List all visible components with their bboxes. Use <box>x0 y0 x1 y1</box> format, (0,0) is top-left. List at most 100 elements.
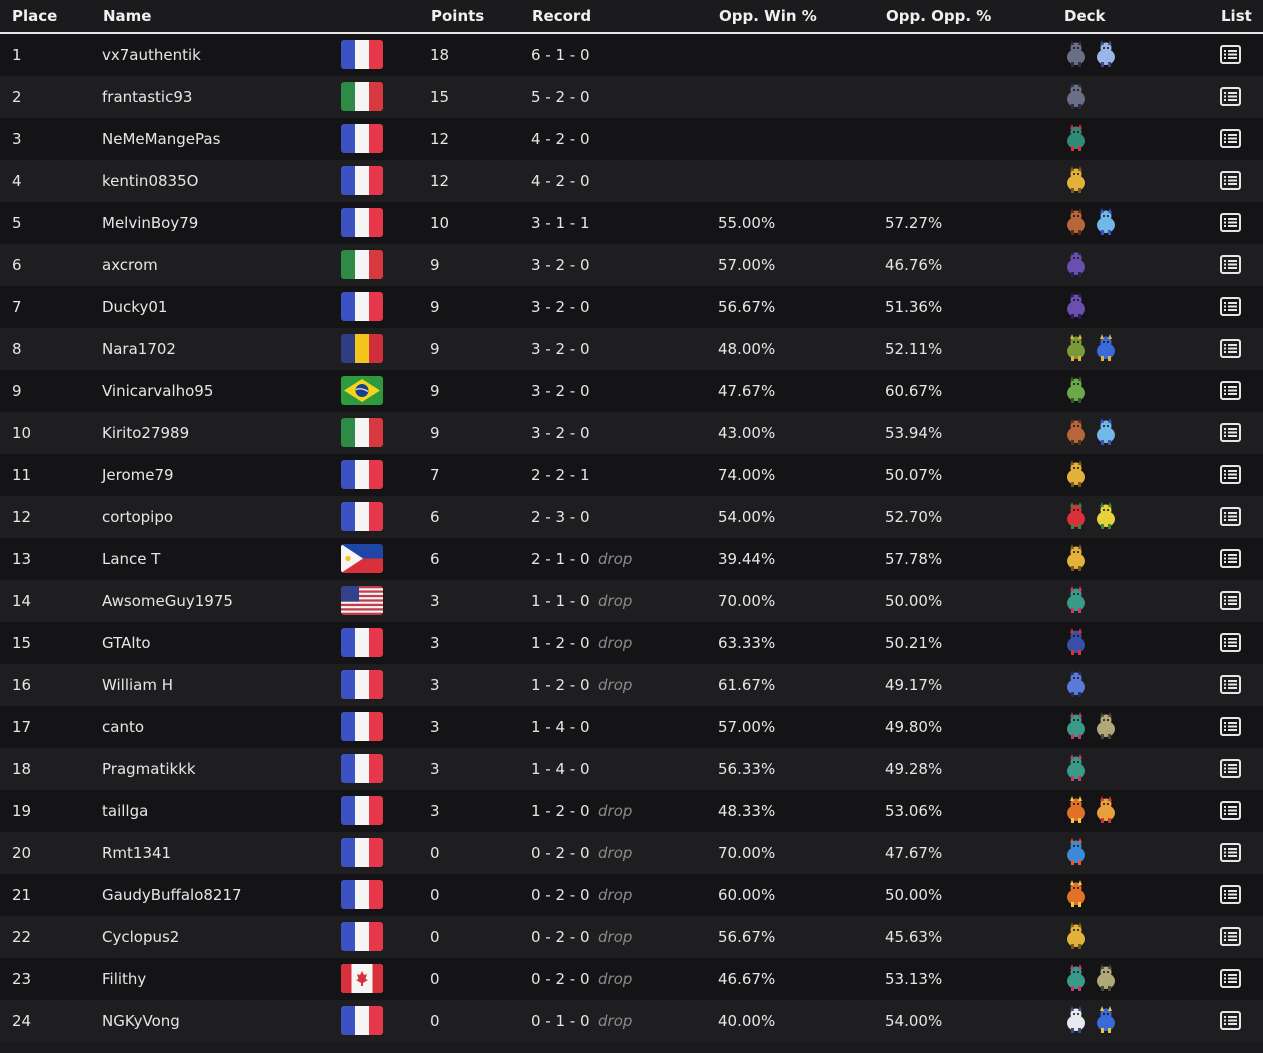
table-row[interactable]: 3 NeMeMangePas 12 4 - 2 - 0 <box>0 118 1263 160</box>
table-row[interactable]: 20 Rmt1341 0 0 - 2 - 0 drop 70.00% 47.67% <box>0 832 1263 874</box>
player-name-link[interactable]: Cyclopus2 <box>102 928 179 946</box>
player-name-link[interactable]: NGKyVong <box>102 1012 180 1030</box>
list-icon[interactable] <box>1220 717 1241 736</box>
list-icon[interactable] <box>1220 885 1241 904</box>
deck-sprites[interactable] <box>1062 250 1092 280</box>
deck-sprites[interactable] <box>1062 418 1122 448</box>
deck-sprites[interactable] <box>1062 460 1092 490</box>
deck-sprites[interactable] <box>1062 712 1122 742</box>
table-row[interactable]: 11 Jerome79 7 2 - 2 - 1 74.00% 50.07% <box>0 454 1263 496</box>
deck-sprites[interactable] <box>1062 670 1092 700</box>
deck-sprites[interactable] <box>1062 166 1092 196</box>
deck-sprites[interactable] <box>1062 1006 1122 1036</box>
header-name[interactable]: Name <box>103 7 151 25</box>
deck-sprites[interactable] <box>1062 292 1092 322</box>
table-row[interactable]: 17 canto 3 1 - 4 - 0 57.00% 49.80% <box>0 706 1263 748</box>
player-name-link[interactable]: Filithy <box>102 970 146 988</box>
player-name-link[interactable]: MelvinBoy79 <box>102 214 198 232</box>
header-points[interactable]: Points <box>431 7 484 25</box>
list-icon[interactable] <box>1220 465 1241 484</box>
list-icon[interactable] <box>1220 591 1241 610</box>
list-icon[interactable] <box>1220 633 1241 652</box>
list-icon[interactable] <box>1220 381 1241 400</box>
table-row[interactable]: 15 GTAlto 3 1 - 2 - 0 drop 63.33% 50.21% <box>0 622 1263 664</box>
table-row[interactable]: 1 vx7authentik 18 6 - 1 - 0 <box>0 34 1263 76</box>
list-icon[interactable] <box>1220 297 1241 316</box>
player-name-link[interactable]: Vinicarvalho95 <box>102 382 213 400</box>
deck-sprites[interactable] <box>1062 544 1092 574</box>
deck-sprites[interactable] <box>1062 82 1092 112</box>
deck-sprites[interactable] <box>1062 754 1092 784</box>
table-row[interactable]: 19 taillga 3 1 - 2 - 0 drop 48.33% 53.06% <box>0 790 1263 832</box>
player-name-link[interactable]: NeMeMangePas <box>102 130 220 148</box>
deck-sprites[interactable] <box>1062 628 1092 658</box>
player-name-link[interactable]: GTAlto <box>102 634 151 652</box>
player-name-link[interactable]: AwsomeGuy1975 <box>102 592 233 610</box>
deck-sprites[interactable] <box>1062 796 1122 826</box>
player-name-link[interactable]: kentin0835O <box>102 172 198 190</box>
deck-sprites[interactable] <box>1062 334 1122 364</box>
list-icon[interactable] <box>1220 339 1241 358</box>
list-icon[interactable] <box>1220 927 1241 946</box>
table-row[interactable]: 5 MelvinBoy79 10 3 - 1 - 1 55.00% 57.27% <box>0 202 1263 244</box>
table-row[interactable]: 9 Vinicarvalho95 9 3 - 2 - 0 47.67% 60.67% <box>0 370 1263 412</box>
deck-sprites[interactable] <box>1062 964 1122 994</box>
header-record[interactable]: Record <box>532 7 591 25</box>
table-row[interactable]: 6 axcrom 9 3 - 2 - 0 57.00% 46.76% <box>0 244 1263 286</box>
list-icon[interactable] <box>1220 549 1241 568</box>
table-row[interactable]: 7 Ducky01 9 3 - 2 - 0 56.67% 51.36% <box>0 286 1263 328</box>
deck-sprites[interactable] <box>1062 40 1122 70</box>
player-name-link[interactable]: Pragmatikkk <box>102 760 196 778</box>
list-icon[interactable] <box>1220 507 1241 526</box>
table-row[interactable]: 24 NGKyVong 0 0 - 1 - 0 drop 40.00% 54.00% <box>0 1000 1263 1042</box>
deck-sprites[interactable] <box>1062 880 1092 910</box>
player-name-link[interactable]: frantastic93 <box>102 88 192 106</box>
table-row[interactable]: 16 William H 3 1 - 2 - 0 drop 61.67% 49.17% <box>0 664 1263 706</box>
player-name-link[interactable]: GaudyBuffalo8217 <box>102 886 242 904</box>
list-icon[interactable] <box>1220 171 1241 190</box>
list-icon[interactable] <box>1220 45 1241 64</box>
deck-sprites[interactable] <box>1062 922 1092 952</box>
table-row[interactable]: 12 cortopipo 6 2 - 3 - 0 54.00% 52.70% <box>0 496 1263 538</box>
list-icon[interactable] <box>1220 801 1241 820</box>
table-row[interactable]: 13 Lance T 6 2 - 1 - 0 drop 39.44% 57.78% <box>0 538 1263 580</box>
list-icon[interactable] <box>1220 255 1241 274</box>
deck-sprites[interactable] <box>1062 376 1092 406</box>
list-icon[interactable] <box>1220 969 1241 988</box>
list-icon[interactable] <box>1220 129 1241 148</box>
table-row[interactable]: 22 Cyclopus2 0 0 - 2 - 0 drop 56.67% 45.63% <box>0 916 1263 958</box>
table-row[interactable]: 4 kentin0835O 12 4 - 2 - 0 <box>0 160 1263 202</box>
player-name-link[interactable]: Rmt1341 <box>102 844 171 862</box>
table-row[interactable]: 21 GaudyBuffalo8217 0 0 - 2 - 0 drop 60.00% 50… <box>0 874 1263 916</box>
player-name-link[interactable]: Lance T <box>102 550 160 568</box>
player-name-link[interactable]: Jerome79 <box>102 466 174 484</box>
header-place[interactable]: Place <box>12 7 57 25</box>
table-row[interactable]: 10 Kirito27989 9 3 - 2 - 0 43.00% 53.94% <box>0 412 1263 454</box>
player-name-link[interactable]: Nara1702 <box>102 340 176 358</box>
deck-sprites[interactable] <box>1062 502 1122 532</box>
deck-sprites[interactable] <box>1062 124 1092 154</box>
table-row[interactable]: 14 AwsomeGuy1975 3 1 - 1 - 0 drop 70.00% 50.00… <box>0 580 1263 622</box>
header-opp-opp[interactable]: Opp. Opp. % <box>886 7 991 25</box>
table-row[interactable]: 23 Filithy 0 0 - 2 - 0 drop 46.67% 53.13% <box>0 958 1263 1000</box>
table-row[interactable]: 18 Pragmatikkk 3 1 - 4 - 0 56.33% 49.28% <box>0 748 1263 790</box>
table-row[interactable]: 2 frantastic93 15 5 - 2 - 0 <box>0 76 1263 118</box>
table-row[interactable]: 8 Nara1702 9 3 - 2 - 0 48.00% 52.11% <box>0 328 1263 370</box>
player-name-link[interactable]: canto <box>102 718 144 736</box>
list-icon[interactable] <box>1220 675 1241 694</box>
list-icon[interactable] <box>1220 759 1241 778</box>
list-icon[interactable] <box>1220 1011 1241 1030</box>
player-name-link[interactable]: Kirito27989 <box>102 424 189 442</box>
player-name-link[interactable]: cortopipo <box>102 508 173 526</box>
list-icon[interactable] <box>1220 423 1241 442</box>
player-name-link[interactable]: vx7authentik <box>102 46 201 64</box>
header-opp-win[interactable]: Opp. Win % <box>719 7 817 25</box>
list-icon[interactable] <box>1220 87 1241 106</box>
deck-sprites[interactable] <box>1062 838 1092 868</box>
player-name-link[interactable]: William H <box>102 676 173 694</box>
list-icon[interactable] <box>1220 843 1241 862</box>
player-name-link[interactable]: Ducky01 <box>102 298 167 316</box>
player-name-link[interactable]: axcrom <box>102 256 158 274</box>
list-icon[interactable] <box>1220 213 1241 232</box>
player-name-link[interactable]: taillga <box>102 802 148 820</box>
